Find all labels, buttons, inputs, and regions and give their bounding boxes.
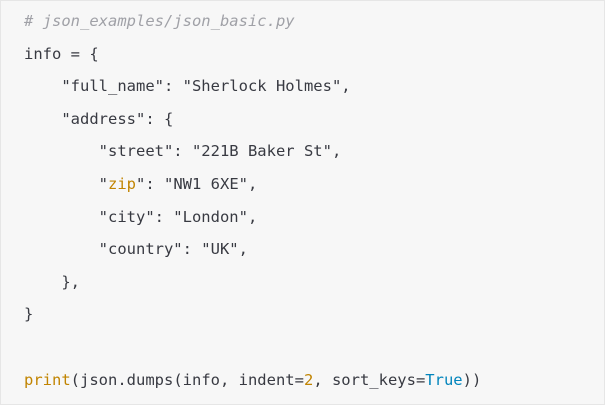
code-line: } [24, 305, 34, 324]
code-text: ": "NW1 6XE", [136, 174, 258, 193]
code-line: "address": { [24, 109, 174, 128]
code-line: "country": "UK", [24, 240, 248, 259]
code-line: "full_name": "Sherlock Holmes", [24, 77, 351, 96]
code-line: info = { [24, 44, 99, 63]
code-line: }, [24, 272, 80, 291]
code-line: "city": "London", [24, 207, 258, 226]
code-text: " [24, 174, 108, 193]
code-builtin-print: print [24, 370, 71, 389]
code-text: )) [462, 370, 482, 389]
code-comment-line: # json_examples/json_basic.py [24, 12, 295, 30]
code-line: print(json.dumps(info, indent=2, sort_ke… [24, 364, 604, 397]
code-block: # json_examples/json_basic.py info = { "… [0, 0, 605, 405]
code-text: , sort_keys= [313, 370, 426, 389]
code-line: "zip": "NW1 6XE", [24, 168, 604, 201]
code-line: "street": "221B Baker St", [24, 142, 342, 161]
code-number: 2 [303, 370, 314, 389]
code-keyword-true: True [425, 370, 463, 389]
code-key-zip: zip [108, 174, 136, 193]
code-text: (json.dumps(info, indent= [70, 370, 304, 389]
